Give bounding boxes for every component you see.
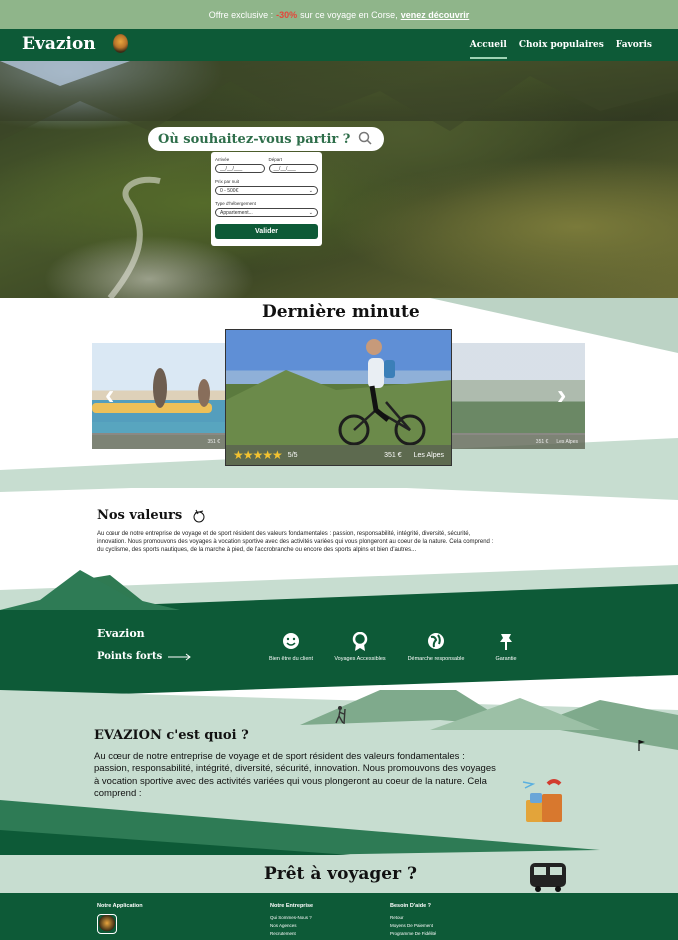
feature-label: Garantie	[495, 656, 517, 662]
arrow-right-icon	[168, 653, 192, 660]
last-minute-title: Dernière minute	[262, 302, 420, 322]
footer-link[interactable]: Retour	[390, 915, 436, 920]
footer-link[interactable]: Nos Agences	[270, 923, 313, 928]
footer-company-column: Notre Entreprise Qui Sommes-Nous ? Nos A…	[270, 903, 313, 936]
price-select-value: 0 - 500€	[220, 188, 239, 194]
feature-accessible: Voyages Accessibles	[320, 632, 400, 662]
price-label: Prix par nuit	[215, 179, 240, 184]
footer-app-title: Notre Application	[97, 903, 143, 909]
hero-banner: Où souhaitez-vous partir ? Arrivée __/__…	[0, 61, 678, 298]
brand-logo-text[interactable]: Evazion	[22, 34, 96, 54]
ready-section: Prêt à voyager ?	[0, 855, 678, 895]
nav-item-accueil[interactable]: Accueil	[469, 40, 507, 59]
highlights-title: Points forts	[97, 651, 163, 662]
lodging-select[interactable]: Appartement... ⌄	[215, 208, 318, 217]
footer-link[interactable]: Recrutement	[270, 931, 313, 936]
promo-discount: -30%	[276, 9, 298, 20]
footer-link[interactable]: Programme De Fidélité	[390, 931, 436, 936]
rating-stars-icon: ★★★★★	[233, 448, 283, 462]
arrival-label: Arrivée	[215, 157, 230, 162]
offer-price: 351 €	[207, 439, 220, 445]
feature-label: Voyages Accessibles	[334, 656, 386, 662]
price-select[interactable]: 0 - 500€ ⌄	[215, 186, 318, 195]
hero-river	[0, 61, 678, 298]
carousel-prev-icon[interactable]: ‹	[105, 379, 114, 411]
hiker-icon	[335, 706, 346, 725]
van-icon	[530, 863, 566, 892]
nav-item-favoris[interactable]: Favoris	[616, 40, 652, 59]
smile-icon	[283, 633, 299, 649]
flying-money-icon	[193, 509, 205, 522]
highlights-section: Evazion Points forts Bien être du client…	[0, 570, 678, 710]
values-heading: Nos valeurs	[97, 508, 206, 523]
values-text: Au cœur de notre entreprise de voyage et…	[97, 531, 494, 554]
destination-search[interactable]: Où souhaitez-vous partir ?	[148, 127, 384, 151]
offer-card-footer: 351 €	[92, 435, 227, 449]
chevron-down-icon: ⌄	[308, 188, 313, 194]
promo-middle: sur ce voyage en Corse,	[300, 9, 398, 20]
offer-card-footer: ★★★★★ 5/5 351 € Les Alpes	[226, 445, 451, 465]
submit-button[interactable]: Valider	[215, 224, 318, 239]
globe-icon	[428, 633, 444, 649]
feature-responsible: Démarche responsable	[396, 632, 476, 662]
feature-wellbeing: Bien être du client	[251, 632, 331, 662]
footer-help-title: Besoin D'aide ?	[390, 903, 432, 909]
app-logo-icon[interactable]	[97, 914, 117, 934]
nav-menu: Accueil Choix populaires Favoris	[469, 40, 652, 59]
footer-link[interactable]: Moyens De Paiement	[390, 923, 436, 928]
departure-date-input[interactable]: __/__/___	[268, 164, 318, 173]
top-nav: Evazion Accueil Choix populaires Favoris	[0, 29, 678, 61]
offer-place: Les Alpes	[556, 439, 578, 445]
promo-link[interactable]: venez découvrir	[401, 10, 470, 20]
about-section: EVAZION c'est quoi ? Au cœur de notre en…	[0, 690, 678, 860]
highlights-brand: Evazion	[97, 627, 145, 640]
feature-label: Bien être du client	[268, 656, 314, 662]
last-minute-section: Dernière minute 351 € 351 € Les Alpes ★★…	[0, 298, 678, 488]
about-title: EVAZION c'est quoi ?	[94, 728, 249, 743]
footer-link[interactable]: Qui Sommes-Nous ?	[270, 915, 313, 920]
offer-price: 351 €	[384, 451, 402, 459]
site-footer: Notre Application Notre Entreprise Qui S…	[0, 893, 678, 940]
flag-icon	[638, 740, 645, 751]
about-text: Au cœur de notre entreprise de voyage et…	[94, 751, 496, 800]
arrival-date-input[interactable]: __/__/___	[215, 164, 265, 173]
brand-emblem-icon	[113, 34, 128, 53]
award-ribbon-icon	[352, 632, 368, 651]
departure-cell: Départ __/__/___	[268, 157, 318, 173]
search-placeholder: Où souhaitez-vous partir ?	[158, 131, 351, 147]
values-title: Nos valeurs	[97, 508, 183, 523]
offer-rating: 5/5	[287, 451, 298, 459]
offer-card-footer: 351 € Les Alpes	[450, 435, 585, 449]
chevron-down-icon: ⌄	[308, 210, 313, 216]
dates-row: Arrivée __/__/___ Départ __/__/___	[215, 157, 318, 173]
offer-place: Les Alpes	[413, 451, 444, 459]
feature-guarantee: Garantie	[466, 632, 546, 662]
feature-label: Démarche responsable	[407, 656, 465, 662]
booking-form: Arrivée __/__/___ Départ __/__/___ Prix …	[211, 152, 322, 246]
lodging-select-value: Appartement...	[220, 210, 253, 216]
pin-icon	[500, 634, 512, 650]
promo-text: Offre exclusive :	[208, 9, 274, 20]
carousel-next-icon[interactable]: ›	[557, 379, 566, 411]
promo-bar: Offre exclusive : -30% sur ce voyage en …	[0, 0, 678, 29]
footer-company-title: Notre Entreprise	[270, 903, 314, 909]
luggage-illustration	[522, 779, 562, 822]
offer-card-cycling[interactable]: ★★★★★ 5/5 351 € Les Alpes	[225, 329, 452, 466]
footer-app-column: Notre Application	[97, 903, 143, 934]
departure-label: Départ	[268, 157, 283, 162]
offer-price: 351 €	[535, 439, 549, 445]
arrival-cell: Arrivée __/__/___	[215, 157, 265, 173]
footer-help-column: Besoin D'aide ? Retour Moyens De Paiemen…	[390, 903, 436, 936]
lodging-label: Type d'hébergement	[215, 201, 256, 206]
nav-item-choix-populaires[interactable]: Choix populaires	[519, 40, 604, 59]
ready-title: Prêt à voyager ?	[264, 864, 417, 884]
search-icon[interactable]	[358, 131, 372, 145]
highlights-title-row: Points forts	[97, 651, 192, 662]
